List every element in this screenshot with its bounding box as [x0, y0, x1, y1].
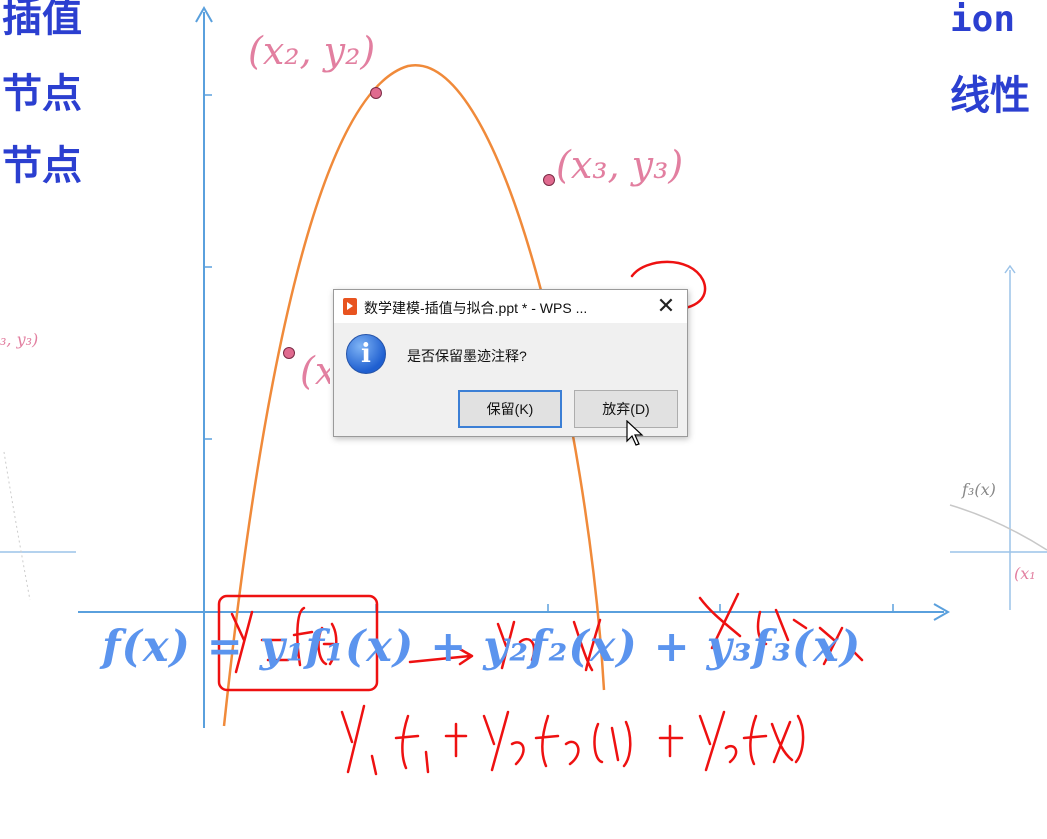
left-thumb-curve — [3, 451, 31, 601]
ink-bottom-y3 — [698, 710, 738, 772]
ink-bottom-f1 — [394, 714, 420, 770]
point-label-1: (x₁, y₁) — [300, 352, 330, 390]
left-thumb-label: ₃, y₃) — [0, 330, 39, 349]
ink-bottom-y1 — [340, 704, 366, 774]
point-label-2: (x₂, y₂) — [248, 29, 376, 73]
ink-bottom-plus1 — [444, 722, 468, 758]
y-axis-ticks — [204, 94, 212, 440]
ink-bottom-f3 — [742, 714, 805, 766]
dialog-message: 是否保留墨迹注释? — [407, 348, 527, 364]
wps-presentation-icon — [343, 298, 357, 315]
right-thumb-label-x1: (x₁ — [1014, 564, 1036, 583]
ink-bottom-sub1 — [370, 754, 378, 776]
ink-bottom-plus2 — [658, 724, 684, 758]
right-thumb-label-f3: f₃(x) — [962, 480, 996, 499]
ink-bottom-y2 — [482, 710, 525, 772]
info-icon: i — [346, 334, 386, 374]
ink-bottom-sub2 — [424, 750, 430, 774]
point-label-3: (x₃, y₃) — [556, 143, 684, 187]
ink-bottom-f2 — [534, 714, 580, 768]
interpolation-formula: f(x) = y₁f₁(x) + y₂f₂(x) + y₃f₃(x) — [102, 622, 862, 672]
ink-bottom-paren2 — [593, 720, 632, 768]
save-ink-dialog: 数学建模-插值与拟合.ppt * - WPS ... ✕ i 是否保留墨迹注释?… — [333, 289, 688, 437]
x-axis-ticks — [375, 604, 894, 612]
data-point-2 — [370, 87, 382, 99]
dialog-titlebar[interactable]: 数学建模-插值与拟合.ppt * - WPS ... ✕ — [334, 290, 687, 323]
close-button[interactable]: ✕ — [645, 290, 687, 323]
data-point-3 — [543, 174, 555, 186]
dialog-title: 数学建模-插值与拟合.ppt * - WPS ... — [364, 300, 588, 316]
mouse-cursor-icon — [626, 420, 644, 446]
data-point-1 — [283, 347, 295, 359]
keep-button[interactable]: 保留(K) — [458, 390, 562, 428]
right-thumb-curve — [949, 504, 1047, 551]
